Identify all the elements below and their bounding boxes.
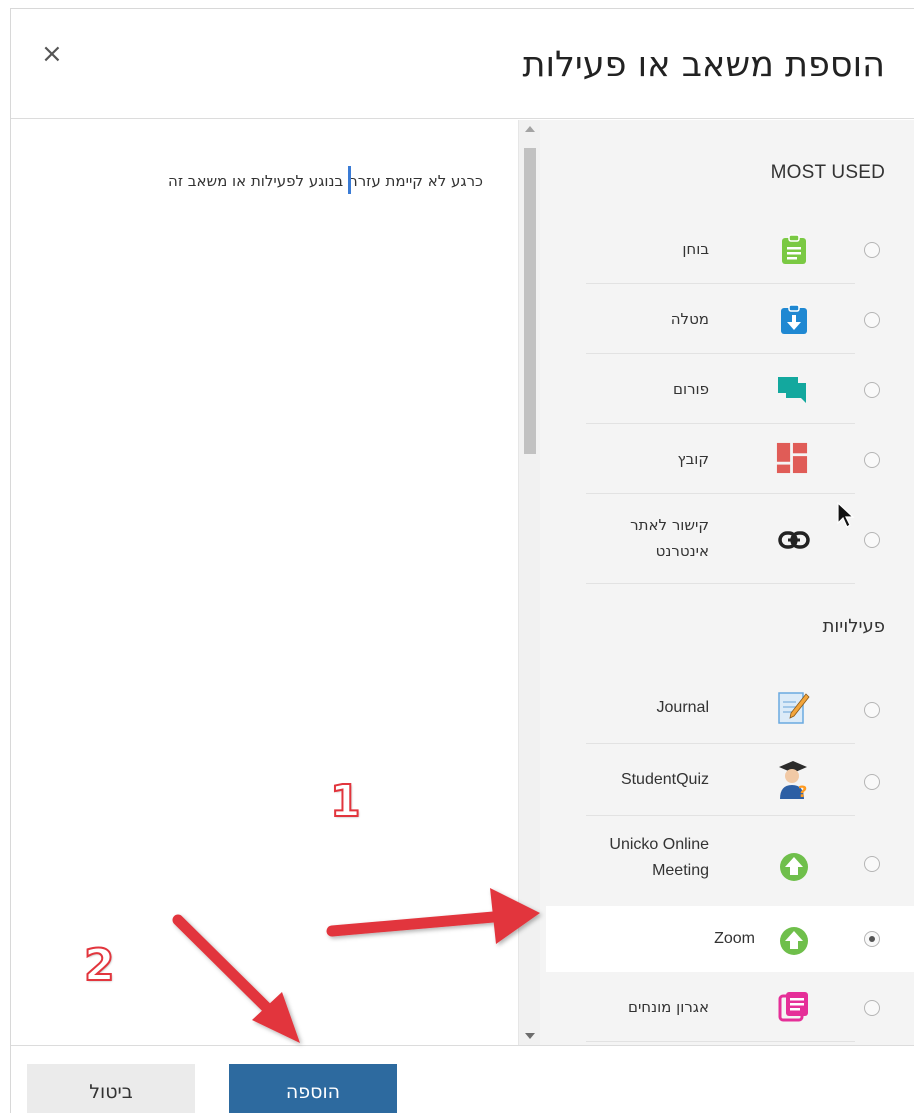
option-file[interactable]: קובץ	[586, 424, 880, 494]
section-heading-activities: פעילויות	[822, 616, 885, 637]
option-radio[interactable]	[864, 312, 880, 328]
option-label: פורום	[673, 380, 709, 398]
option-glossary[interactable]: אגרון מונחים	[586, 972, 880, 1042]
upload-cloud-icon	[780, 927, 808, 955]
dialog-header: הוספת משאב או פעילות ×	[11, 9, 914, 119]
option-radio[interactable]	[864, 702, 880, 718]
option-radio[interactable]	[864, 532, 880, 548]
option-unicko-online-meeting[interactable]: Unicko Online Meeting	[586, 816, 880, 908]
dialog-title: הוספת משאב או פעילות	[522, 45, 885, 85]
scroll-thumb[interactable]	[524, 148, 536, 454]
option-radio[interactable]	[864, 452, 880, 468]
add-activity-dialog: הוספת משאב או פעילות × כרגע לא קיימת עזר…	[10, 8, 914, 1113]
option-studentquiz[interactable]: ? StudentQuiz	[586, 744, 880, 816]
option-label: קובץ	[677, 450, 710, 468]
close-icon[interactable]: ×	[41, 39, 63, 69]
section-heading-most-used: MOST USED	[770, 162, 885, 183]
upload-cloud-icon	[780, 853, 808, 881]
option-label: StudentQuiz	[620, 771, 709, 788]
option-url[interactable]: קישור לאתר אינטרנט	[586, 494, 880, 584]
help-pane: כרגע לא קיימת עזרה בנוגע לפעילות או משאב…	[11, 120, 519, 1045]
assignment-icon	[781, 304, 807, 334]
glossary-icon	[778, 992, 808, 1022]
option-forum[interactable]: פורום	[586, 354, 880, 424]
option-assignment[interactable]: מטלה	[586, 284, 880, 354]
forum-icon	[778, 377, 806, 403]
scroll-up-arrow-icon[interactable]	[525, 126, 535, 132]
option-label: Unicko Online Meeting	[609, 836, 709, 879]
option-radio[interactable]	[864, 856, 880, 872]
option-label: קישור לאתר אינטרנט	[630, 516, 709, 560]
option-label: בוחן	[682, 240, 709, 258]
scroll-down-arrow-icon[interactable]	[525, 1033, 535, 1039]
mouse-pointer-icon	[837, 501, 855, 528]
option-journal[interactable]: Journal	[586, 672, 880, 744]
option-label: Zoom	[714, 930, 755, 947]
text-cursor	[348, 166, 351, 194]
annotation-step-1: 1	[329, 775, 362, 828]
option-zoom[interactable]: Zoom	[546, 906, 914, 972]
studentquiz-icon: ?	[779, 761, 807, 799]
option-label: אגרון מונחים	[627, 998, 709, 1016]
option-radio[interactable]	[864, 382, 880, 398]
file-icon	[776, 442, 808, 474]
dialog-footer: הוספה ביטול	[11, 1045, 914, 1113]
annotation-step-2: 2	[83, 939, 116, 992]
options-list: MOST USED בוחן מטלה פורום קובץ קישור לאת…	[540, 120, 914, 1045]
option-radio[interactable]	[864, 242, 880, 258]
url-link-icon	[778, 531, 810, 549]
scrollbar[interactable]	[518, 120, 540, 1045]
option-radio[interactable]	[864, 774, 880, 790]
option-quiz[interactable]: בוחן	[586, 214, 880, 284]
help-text: כרגע לא קיימת עזרה בנוגע לפעילות או משאב…	[168, 172, 483, 190]
option-radio-selected[interactable]	[864, 931, 880, 947]
journal-icon	[778, 692, 810, 724]
option-label: Journal	[656, 699, 709, 716]
add-button[interactable]: הוספה	[229, 1064, 397, 1113]
option-label: מטלה	[670, 310, 709, 328]
option-radio[interactable]	[864, 1000, 880, 1016]
quiz-icon	[782, 234, 806, 264]
cancel-button[interactable]: ביטול	[27, 1064, 195, 1113]
svg-text:?: ?	[798, 782, 807, 799]
